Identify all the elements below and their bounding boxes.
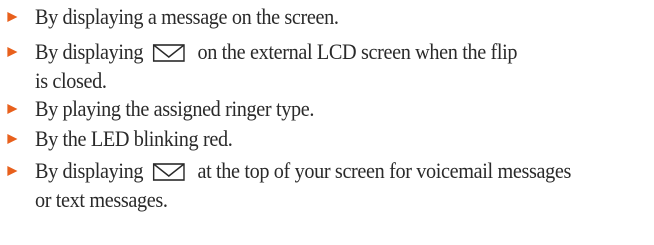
list-item-continuation: or text messages. — [0, 186, 633, 214]
bullet-arrow-icon — [7, 47, 18, 57]
list-item: By the LED blinking red. — [0, 125, 633, 153]
list-item: By displaying at the top of your screen f… — [0, 157, 633, 185]
envelope-icon — [152, 44, 185, 62]
list-item: By playing the assigned ringer type. — [0, 95, 633, 123]
list-item: By displaying a message on the screen. — [0, 3, 633, 31]
bullet-arrow-icon — [7, 134, 18, 144]
list-item: By displaying on the external LCD screen … — [0, 38, 633, 66]
list-item-text-before: By displaying — [34, 158, 144, 183]
list-item-text: By displaying a message on the screen. — [34, 4, 339, 29]
list-item-text: By playing the assigned ringer type. — [34, 96, 315, 121]
list-item-text: By the LED blinking red. — [34, 126, 233, 151]
list-item-continuation: is closed. — [0, 67, 633, 95]
list-item-text-before: By displaying — [34, 39, 144, 64]
bullet-arrow-icon — [7, 12, 18, 22]
bullet-arrow-icon — [7, 166, 18, 176]
list-item-text-after: on the external LCD screen when the flip — [197, 39, 518, 64]
list-item-continuation-text: or text messages. — [34, 187, 168, 212]
envelope-icon — [152, 163, 185, 181]
bullet-arrow-icon — [7, 104, 18, 114]
list-item-continuation-text: is closed. — [34, 68, 107, 93]
list-item-text-after: at the top of your screen for voicemail … — [197, 158, 571, 183]
